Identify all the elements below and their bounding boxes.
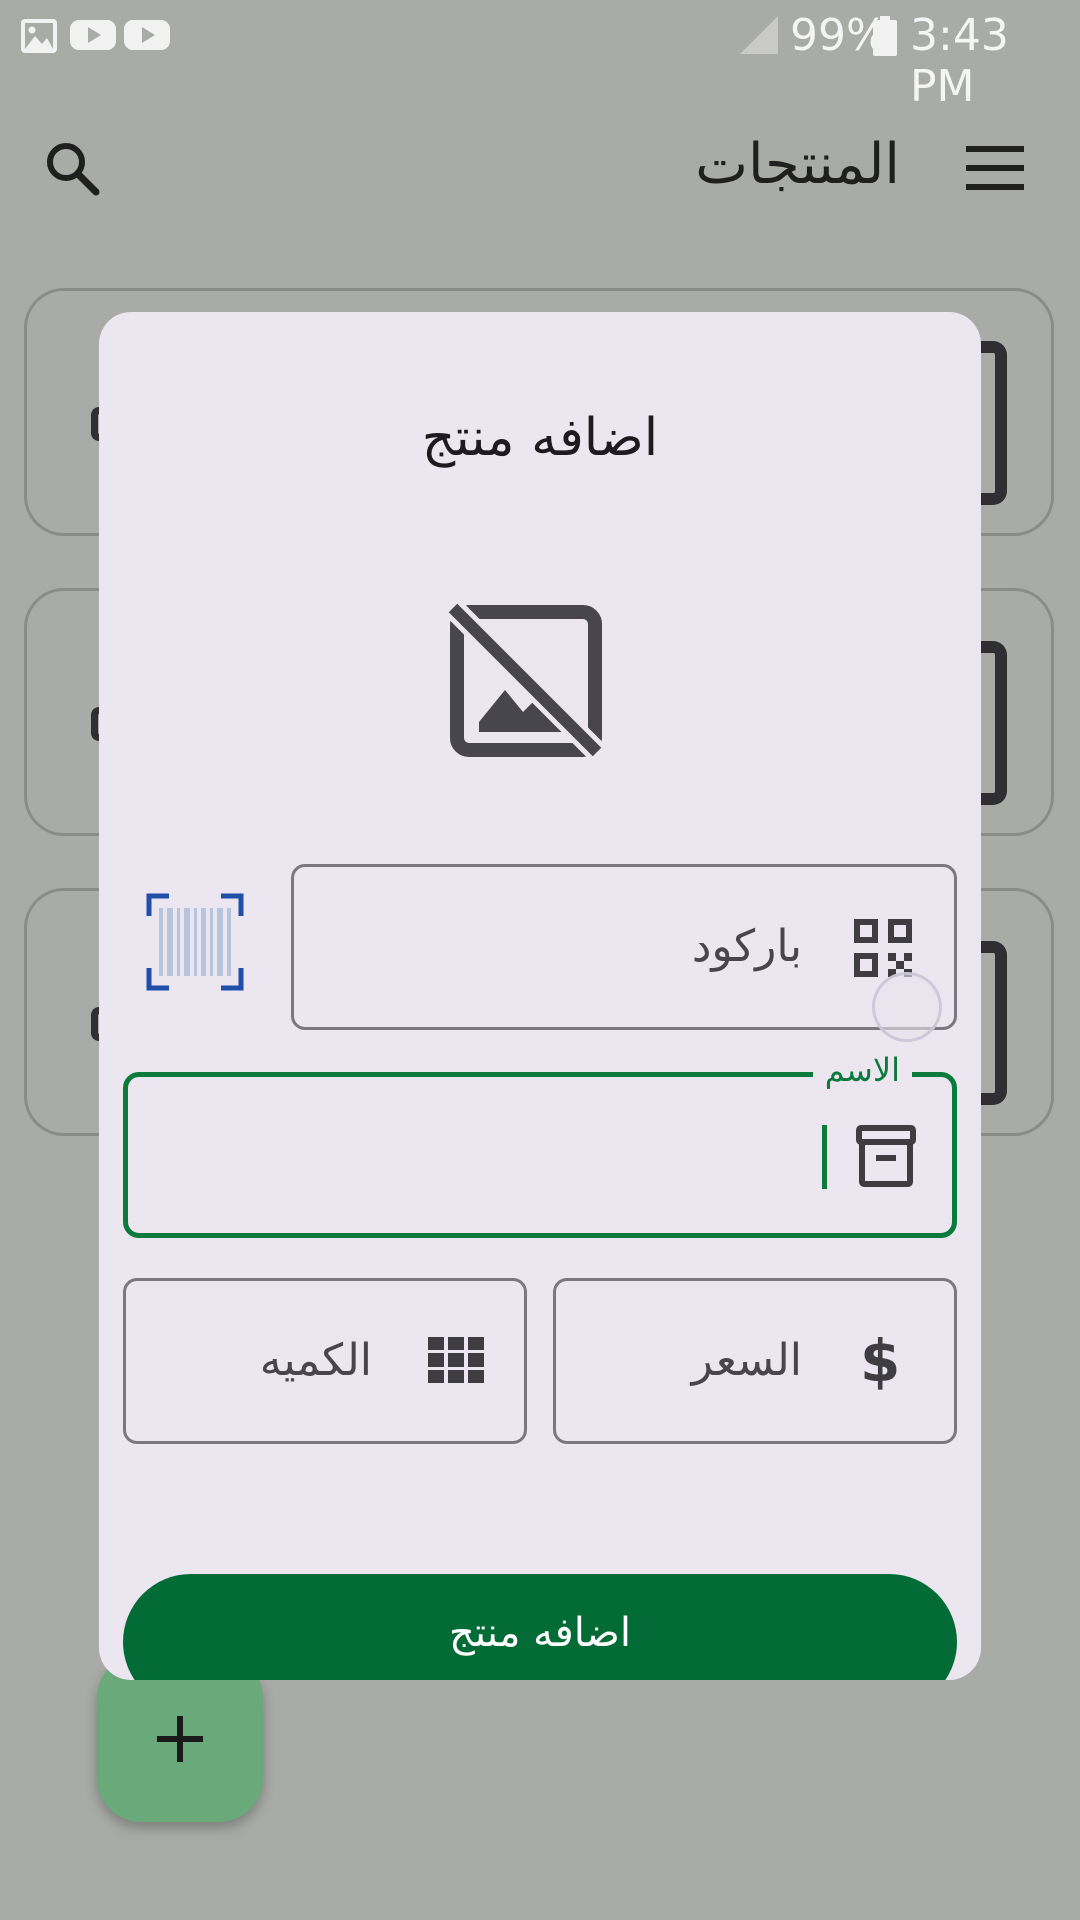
status-bar: 99% 3:43 PM	[0, 0, 1080, 112]
menu-icon[interactable]	[966, 146, 1024, 190]
youtube-icon	[70, 20, 116, 50]
youtube-icon	[124, 20, 170, 50]
text-cursor	[822, 1125, 827, 1189]
barcode-field[interactable]: باركود	[291, 864, 957, 1030]
price-field[interactable]: السعر $	[553, 1278, 957, 1444]
battery-icon	[873, 16, 897, 56]
barcode-placeholder: باركود	[691, 921, 802, 972]
dialog-title: اضافه منتج	[421, 408, 659, 468]
name-field[interactable]: الاسم	[123, 1051, 957, 1238]
app-bar: المنتجات	[0, 72, 1080, 262]
page-title: المنتجات	[695, 132, 900, 197]
signal-icon	[740, 16, 778, 54]
grid-icon	[428, 1337, 484, 1383]
add-product-dialog: اضافه منتج باركود الاسم الكميه السعر $ ا…	[99, 312, 981, 1680]
touch-indicator	[872, 972, 942, 1042]
add-product-button-label: اضافه منتج	[449, 1610, 631, 1656]
search-icon[interactable]	[42, 138, 102, 198]
name-label: الاسم	[812, 1051, 912, 1089]
quantity-field[interactable]: الكميه	[123, 1278, 527, 1444]
dollar-icon: $	[860, 1327, 901, 1395]
image-icon	[21, 19, 57, 53]
add-product-button[interactable]: اضافه منتج	[123, 1574, 957, 1680]
qr-code-icon	[854, 919, 912, 977]
barcode-scanner-icon[interactable]	[145, 892, 245, 992]
price-placeholder: السعر	[691, 1335, 802, 1386]
archive-box-icon	[856, 1125, 916, 1187]
quantity-placeholder: الكميه	[259, 1335, 372, 1386]
hide-image-icon[interactable]	[447, 602, 607, 762]
